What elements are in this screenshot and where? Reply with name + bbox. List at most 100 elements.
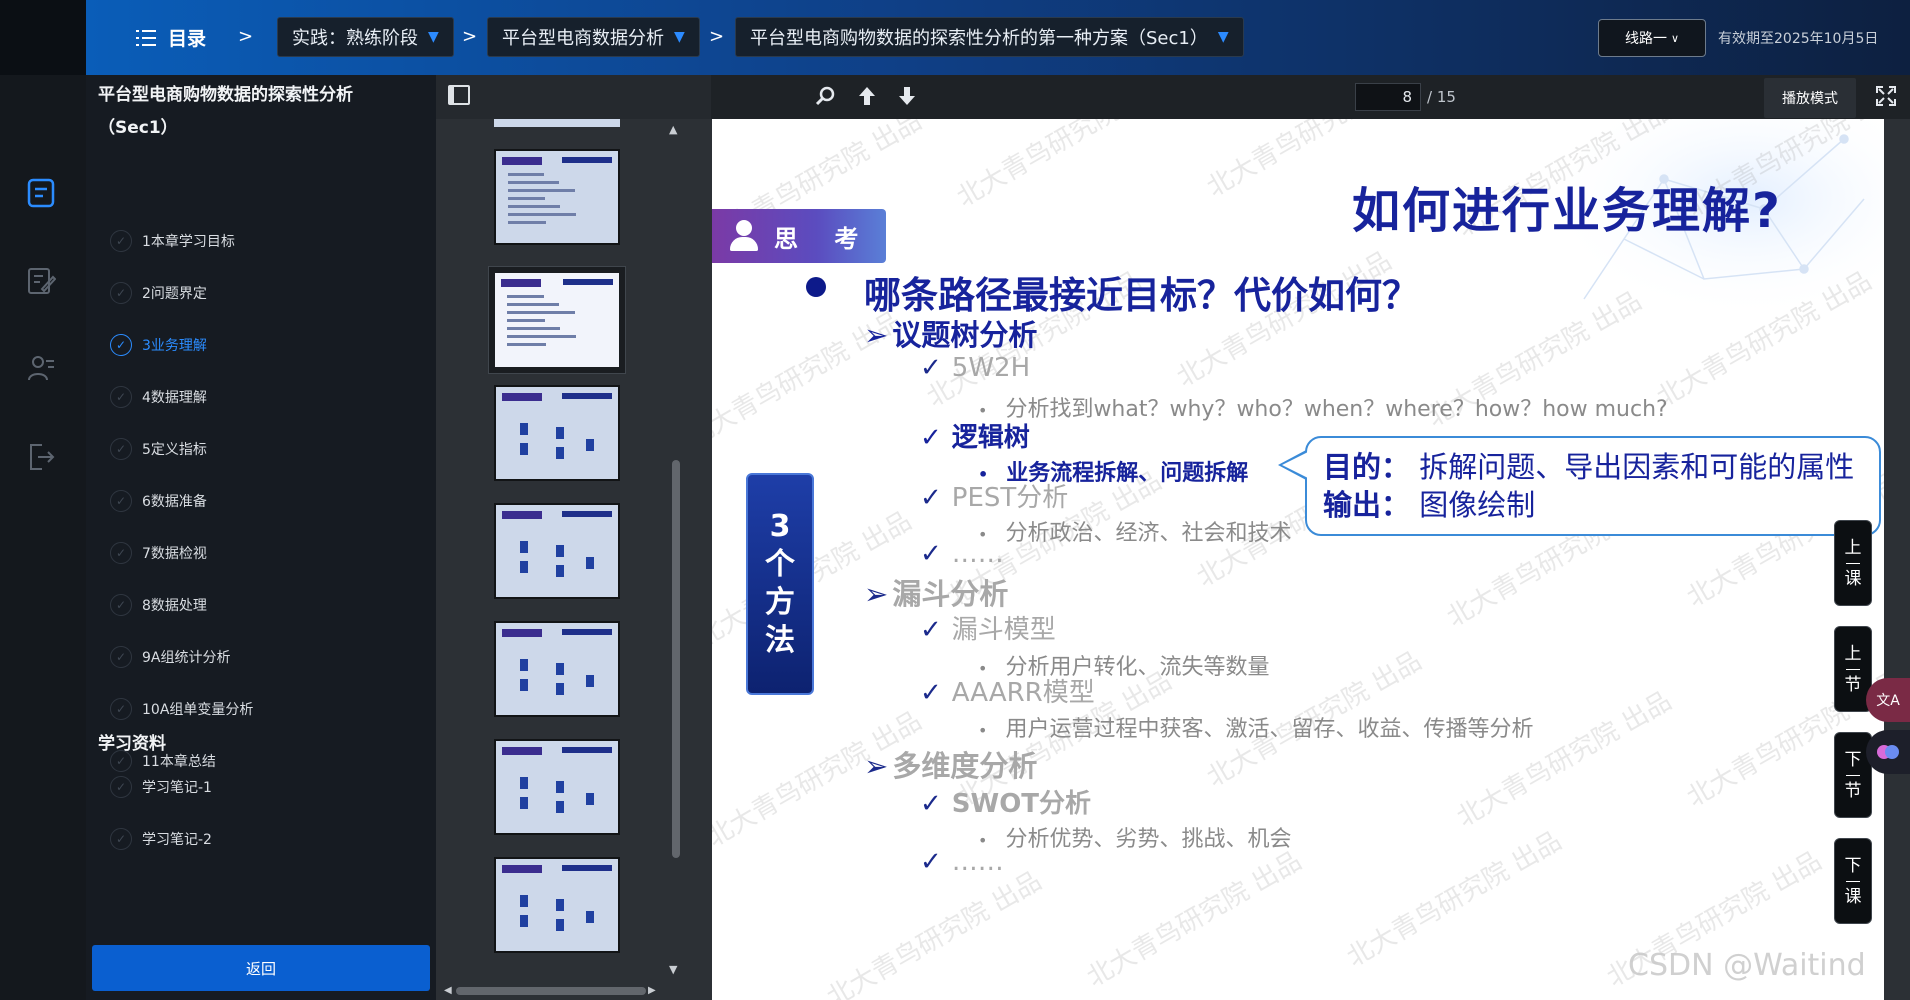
- section-multidimensional: ➢ 多维度分析: [864, 743, 1037, 785]
- chapter-item[interactable]: ✓ 4数据理解: [110, 386, 207, 408]
- chapter-item-label: 8数据处理: [142, 598, 207, 614]
- arrow-up-icon[interactable]: [857, 85, 877, 107]
- thumbnail-scrollbar[interactable]: [672, 460, 680, 858]
- page-thumbnail[interactable]: [494, 857, 620, 953]
- scroll-down-arrow-icon[interactable]: ▼: [669, 963, 677, 976]
- brain-icon: [1877, 745, 1899, 759]
- next-lesson-button[interactable]: 下课: [1834, 838, 1872, 924]
- check-circle-icon: ✓: [110, 386, 132, 408]
- item-aaarr-label: AAARR模型: [951, 678, 1095, 708]
- thumbnail-figure: [516, 889, 602, 939]
- thumbnail-panel: ▲ ▼ ◀ ▶: [436, 75, 711, 1000]
- chapter-item[interactable]: ✓ 1本章学习目标: [110, 230, 235, 252]
- page-thumbnail[interactable]: [494, 149, 620, 245]
- csdn-watermark: CSDN @Waitind: [1628, 948, 1866, 983]
- catalog-menu[interactable]: 目录: [136, 24, 206, 51]
- caret-down-icon: ▼: [1217, 29, 1229, 45]
- chapter-panel: 平台型电商购物数据的探索性分析（Sec1） ✓ 1本章学习目标 ✓ 2问题界定 ✓ 3业务…: [86, 75, 436, 1000]
- search-icon[interactable]: [815, 85, 837, 107]
- watermark-text: 北大青鸟研究院 出品: [951, 119, 1177, 214]
- page-thumbnail[interactable]: [494, 385, 620, 481]
- play-mode-button[interactable]: 播放模式: [1764, 78, 1856, 118]
- prev-lesson-button[interactable]: 上课: [1834, 520, 1872, 606]
- prev-section-char: 上: [1844, 643, 1862, 664]
- chapter-item[interactable]: ✓ 8数据处理: [110, 594, 207, 616]
- chapter-item-label: 7数据检视: [142, 546, 207, 562]
- page-total: / 15: [1427, 88, 1456, 106]
- item-logic-tree-label: 逻辑树: [951, 423, 1030, 453]
- page-thumbnail[interactable]: [494, 503, 620, 599]
- scroll-up-arrow-icon[interactable]: ▲: [669, 123, 677, 136]
- material-item[interactable]: ✓ 学习笔记-1: [110, 776, 212, 798]
- chapter-item-label: 6数据准备: [142, 494, 207, 510]
- chapter-item[interactable]: ✓ 3业务理解: [110, 334, 207, 356]
- scroll-left-arrow-icon[interactable]: ◀: [444, 985, 452, 996]
- breadcrumb-course-select[interactable]: 平台型电商数据分析 ▼: [487, 17, 700, 57]
- item-pest-detail: • 分析政治、经济、社会和技术: [978, 515, 1291, 547]
- chevron-down-icon: ∨: [1670, 31, 1680, 45]
- thumbnail-badge: [502, 157, 542, 165]
- sidebar-toggle-icon[interactable]: [448, 85, 470, 105]
- check-circle-icon: ✓: [110, 282, 132, 304]
- item-5w2h-detail: • 分析找到what？why？who？when？where？how？how muc…: [978, 391, 1668, 423]
- edit-notes-icon[interactable]: [26, 265, 56, 297]
- item-5w2h-label: 5W2H: [951, 353, 1031, 383]
- materials-title: 学习资料: [98, 734, 166, 754]
- chapter-item-label: 4数据理解: [142, 390, 207, 406]
- document-icon[interactable]: [26, 177, 56, 209]
- page-thumbnail[interactable]: [494, 739, 620, 835]
- thumbnail-figure: [516, 771, 602, 821]
- users-icon[interactable]: [26, 353, 56, 385]
- section-multidimensional-label: 多维度分析: [892, 749, 1038, 783]
- caret-down-icon: ▼: [428, 29, 439, 45]
- scroll-right-arrow-icon[interactable]: ▶: [648, 985, 656, 996]
- thumbnail-partial[interactable]: [494, 119, 620, 127]
- translate-icon[interactable]: 文A: [1866, 678, 1910, 722]
- fullscreen-icon[interactable]: [1876, 86, 1896, 106]
- chapter-item[interactable]: ✓ 2问题界定: [110, 282, 207, 304]
- ai-assistant-icon[interactable]: [1866, 730, 1910, 774]
- exit-icon[interactable]: [26, 441, 56, 473]
- callout-tail-inner: [1282, 452, 1308, 478]
- section-funnel: ➢ 漏斗分析: [864, 571, 1008, 613]
- page-thumbnail[interactable]: [494, 621, 620, 717]
- chapter-item[interactable]: ✓ 5定义指标: [110, 438, 207, 460]
- watermark-text: 北大青鸟研究院 出品: [1341, 826, 1567, 974]
- check-circle-icon: ✓: [110, 828, 132, 850]
- chapter-item[interactable]: ✓ 7数据检视: [110, 542, 207, 564]
- breadcrumb-separator: >: [462, 26, 478, 47]
- back-button[interactable]: 返回: [92, 945, 430, 991]
- check-icon: ✓: [920, 615, 942, 645]
- chapter-item-label: 10A组单变量分析: [142, 702, 254, 718]
- material-item-label: 学习笔记-2: [142, 832, 212, 848]
- dot-bullet: •: [978, 721, 988, 740]
- thumbnail-title: [562, 511, 612, 517]
- breadcrumb-stage-select[interactable]: 实践：熟练阶段 ▼: [277, 17, 454, 57]
- route-select[interactable]: 线路一 ∨: [1598, 19, 1706, 57]
- check-circle-icon: ✓: [110, 334, 132, 356]
- chapter-item-label: 3业务理解: [142, 338, 207, 354]
- breadcrumb-section-select[interactable]: 平台型电商购物数据的探索性分析的第一种方案（Sec1） ▼: [735, 17, 1244, 57]
- thumbnail-title: [563, 279, 613, 285]
- slide-title: 如何进行业务理解?: [1352, 183, 1782, 239]
- watermark-text: 北大青鸟研究院 出品: [821, 866, 1047, 1000]
- thumbnail-horizontal-scrollbar[interactable]: [456, 987, 646, 995]
- thumbnail-figure: [516, 653, 602, 703]
- check-circle-icon: ✓: [110, 542, 132, 564]
- page-thumbnail[interactable]: [489, 267, 625, 373]
- page-number-input[interactable]: 8: [1355, 83, 1421, 111]
- item-swot-detail-text: 分析优势、劣势、挑战、机会: [1005, 827, 1292, 852]
- check-circle-icon: ✓: [110, 230, 132, 252]
- chapter-item[interactable]: ✓ 9A组统计分析: [110, 646, 230, 668]
- material-item[interactable]: ✓ 学习笔记-2: [110, 828, 212, 850]
- arrow-down-icon[interactable]: [897, 85, 917, 107]
- thumbnail-badge: [501, 279, 541, 287]
- left-icon-rail: [0, 75, 86, 1000]
- prev-lesson-char: 上: [1844, 537, 1862, 558]
- slide-page: 北大青鸟研究院 出品 北大青鸟研究院 出品 北大青鸟研究院 出品 北大青鸟研究院 出品…: [712, 119, 1884, 1000]
- thumbnail-badge: [502, 629, 542, 637]
- chapter-item[interactable]: ✓ 6数据准备: [110, 490, 207, 512]
- item-5w2h-detail-text: 分析找到what？why？who？when？where？how？how much…: [1005, 397, 1668, 422]
- chapter-item[interactable]: ✓ 10A组单变量分析: [110, 698, 253, 720]
- check-icon: ✓: [920, 847, 942, 877]
